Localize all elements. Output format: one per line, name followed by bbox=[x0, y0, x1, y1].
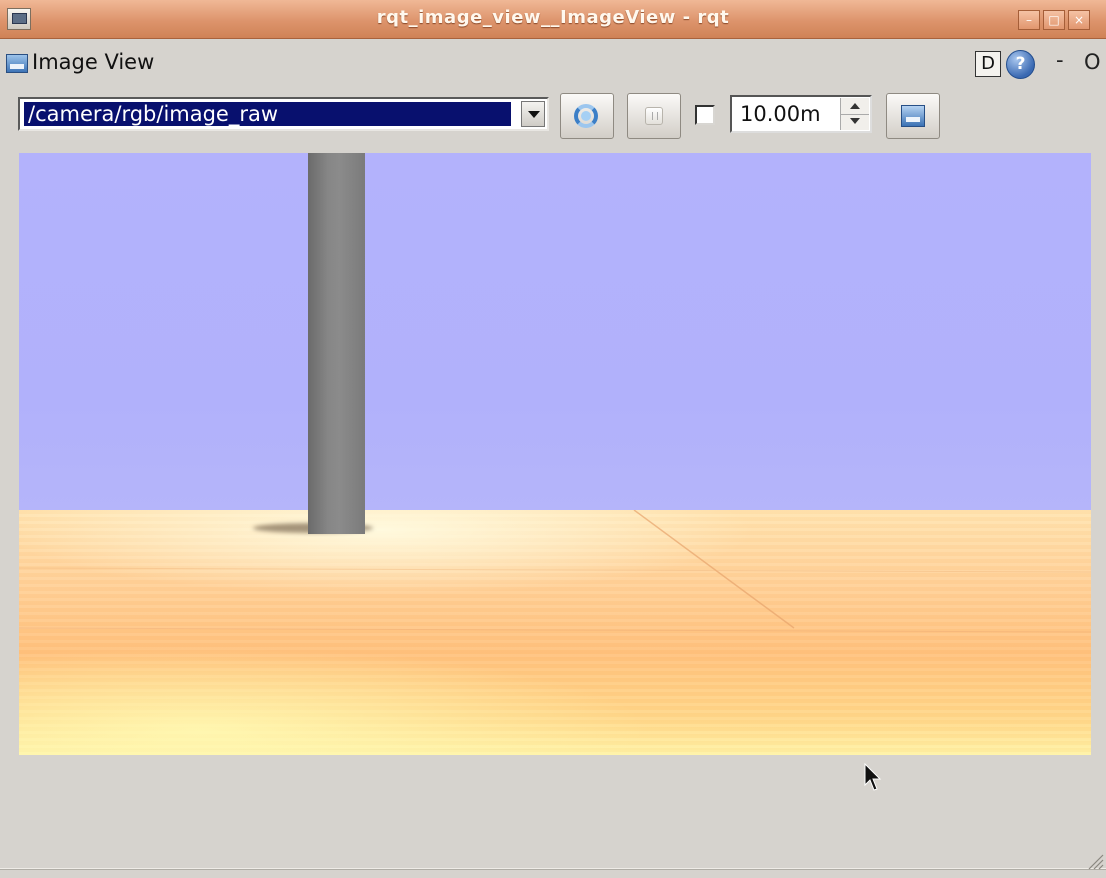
help-button[interactable]: ? bbox=[1006, 50, 1035, 79]
save-image-button[interactable] bbox=[886, 93, 940, 139]
plugin-header: Image View D ? - O bbox=[0, 40, 1106, 86]
topic-combobox[interactable]: /camera/rgb/image_raw bbox=[18, 97, 549, 131]
chevron-down-icon[interactable] bbox=[521, 101, 545, 127]
save-image-icon bbox=[901, 105, 925, 127]
spin-up-button[interactable] bbox=[841, 98, 869, 115]
grey-pillar bbox=[308, 153, 365, 534]
window-close-button[interactable]: × bbox=[1068, 10, 1090, 30]
close-plugin-button[interactable]: O bbox=[1084, 50, 1101, 74]
status-divider bbox=[0, 868, 1106, 870]
image-view-icon bbox=[6, 54, 28, 73]
plugin-title: Image View bbox=[32, 50, 155, 74]
spinbox-buttons bbox=[840, 98, 869, 130]
refresh-topics-button[interactable] bbox=[560, 93, 614, 139]
minimize-plugin-button[interactable]: - bbox=[1056, 48, 1064, 72]
window-title: rqt_image_view__ImageView - rqt bbox=[376, 7, 730, 28]
timeout-value: 10.00m bbox=[740, 102, 821, 126]
resize-grip-icon[interactable] bbox=[1086, 852, 1104, 870]
refresh-icon bbox=[574, 104, 598, 128]
window-minimize-button[interactable]: – bbox=[1018, 10, 1040, 30]
image-toolbar: /camera/rgb/image_raw 10.00m bbox=[0, 90, 1106, 142]
spin-down-button[interactable] bbox=[841, 114, 869, 130]
camera-image[interactable] bbox=[19, 153, 1091, 755]
pause-button[interactable] bbox=[627, 93, 681, 139]
pause-icon bbox=[645, 107, 663, 125]
dock-toggle-button[interactable]: D bbox=[975, 51, 1001, 77]
smooth-scaling-checkbox[interactable] bbox=[695, 105, 715, 125]
window-titlebar[interactable]: rqt_image_view__ImageView - rqt – □ × bbox=[0, 0, 1106, 39]
topic-selected-value: /camera/rgb/image_raw bbox=[24, 102, 511, 126]
floor-seams bbox=[19, 510, 1091, 633]
image-floor bbox=[19, 510, 1091, 755]
mouse-cursor-icon bbox=[864, 762, 882, 797]
timeout-spinbox[interactable]: 10.00m bbox=[730, 95, 872, 133]
window-maximize-button[interactable]: □ bbox=[1043, 10, 1065, 30]
image-sky bbox=[19, 153, 1091, 510]
